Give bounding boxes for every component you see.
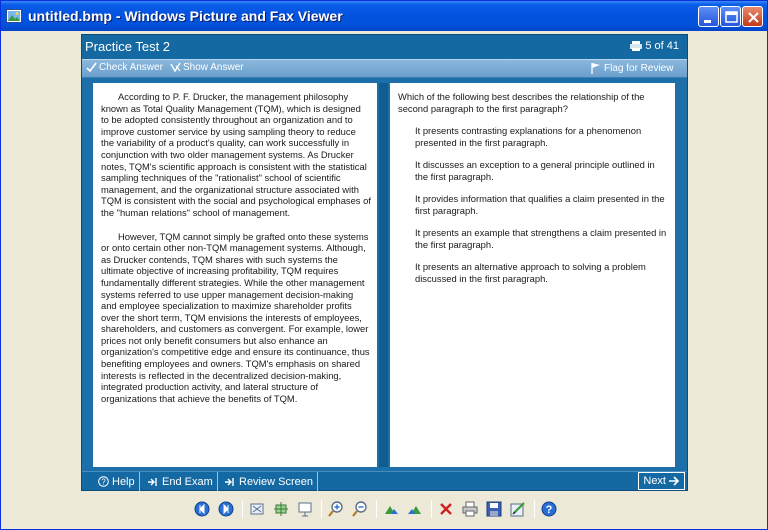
test-app-screenshot: Practice Test 2 5 of 41 Check Answer Sho… [81, 34, 688, 491]
toolbar-separator [242, 500, 243, 518]
close-button[interactable] [742, 6, 763, 27]
app-title: Practice Test 2 [85, 39, 171, 54]
check-answer-button[interactable]: Check Answer [86, 62, 163, 73]
svg-text:?: ? [546, 504, 553, 516]
question-stem: Which of the following best describes th… [398, 91, 645, 114]
next-image-icon[interactable] [215, 498, 237, 520]
zoom-out-icon[interactable] [349, 498, 371, 520]
answer-choice-b[interactable]: It discusses an exception to a general p… [415, 159, 670, 182]
help-label: Help [112, 475, 135, 488]
passage-text: According to P. F. Drucker, the manageme… [101, 91, 371, 416]
delete-icon[interactable] [435, 498, 457, 520]
rotate-counterclockwise-icon[interactable] [404, 498, 426, 520]
help-icon[interactable]: ? [538, 498, 560, 520]
maximize-icon [725, 11, 738, 23]
next-button[interactable]: Next [638, 472, 685, 490]
end-exam-label: End Exam [162, 475, 213, 488]
app-toolbar: Check Answer Show Answer Flag for Review [82, 59, 687, 78]
save-icon[interactable] [483, 498, 505, 520]
printer-icon [630, 41, 643, 52]
rotate-clockwise-icon[interactable] [380, 498, 402, 520]
flag-icon [591, 63, 600, 74]
show-answer-icon [170, 62, 181, 73]
app-header: Practice Test 2 5 of 41 [82, 35, 687, 59]
review-screen-button[interactable]: Review Screen [221, 472, 318, 491]
review-screen-label: Review Screen [239, 475, 313, 488]
show-answer-button[interactable]: Show Answer [170, 62, 244, 73]
toolbar-separator [376, 500, 377, 518]
slideshow-icon[interactable] [294, 498, 316, 520]
edit-icon[interactable] [507, 498, 529, 520]
svg-text:?: ? [101, 478, 106, 487]
answer-choice-c[interactable]: It provides information that qualifies a… [415, 193, 670, 216]
answer-choices: It presents contrasting explanations for… [415, 125, 670, 295]
end-exam-button[interactable]: End Exam [144, 472, 218, 491]
next-label: Next [643, 475, 666, 487]
answer-choice-d[interactable]: It presents an example that strengthens … [415, 227, 670, 250]
answer-choice-e[interactable]: It presents an alternative approach to s… [415, 261, 670, 284]
best-fit-icon[interactable] [246, 498, 268, 520]
check-answer-icon [86, 62, 97, 73]
picture-viewer-window: untitled.bmp - Windows Picture and Fax V… [0, 0, 768, 530]
picture-viewer-icon [6, 9, 22, 23]
answer-choice-a[interactable]: It presents contrasting explanations for… [415, 125, 670, 148]
print-icon[interactable] [459, 498, 481, 520]
show-answer-label: Show Answer [183, 62, 244, 73]
next-arrow-icon [669, 476, 680, 486]
end-exam-icon [148, 477, 157, 486]
minimize-icon [704, 20, 711, 23]
toolbar-separator [321, 500, 322, 518]
check-answer-label: Check Answer [99, 62, 163, 73]
help-button[interactable]: ? Help [94, 472, 140, 491]
passage-panel: According to P. F. Drucker, the manageme… [93, 83, 377, 467]
zoom-in-icon[interactable] [325, 498, 347, 520]
question-counter-text: 5 of 41 [645, 40, 679, 52]
toolbar-separator [534, 500, 535, 518]
app-footer: ? Help End Exam Review Screen Next [82, 471, 687, 491]
title-bar[interactable]: untitled.bmp - Windows Picture and Fax V… [1, 1, 767, 31]
close-icon [748, 12, 759, 23]
previous-image-icon[interactable] [191, 498, 213, 520]
help-circle-icon: ? [98, 476, 109, 487]
minimize-button[interactable] [698, 6, 719, 27]
passage-paragraph-2: However, TQM cannot simply be grafted on… [101, 230, 370, 404]
question-counter: 5 of 41 [630, 40, 679, 52]
actual-size-icon[interactable] [270, 498, 292, 520]
window-title: untitled.bmp - Windows Picture and Fax V… [28, 8, 343, 24]
flag-for-review-label: Flag for Review [604, 62, 674, 74]
maximize-button[interactable] [720, 6, 741, 27]
splitter-bar[interactable] [379, 83, 388, 467]
review-screen-icon [225, 477, 234, 486]
passage-paragraph-1: According to P. F. Drucker, the manageme… [101, 91, 371, 218]
flag-for-review-button[interactable]: Flag for Review [590, 62, 673, 74]
viewer-toolbar: ? [191, 497, 562, 521]
toolbar-separator [431, 500, 432, 518]
question-panel: Which of the following best describes th… [390, 83, 675, 467]
